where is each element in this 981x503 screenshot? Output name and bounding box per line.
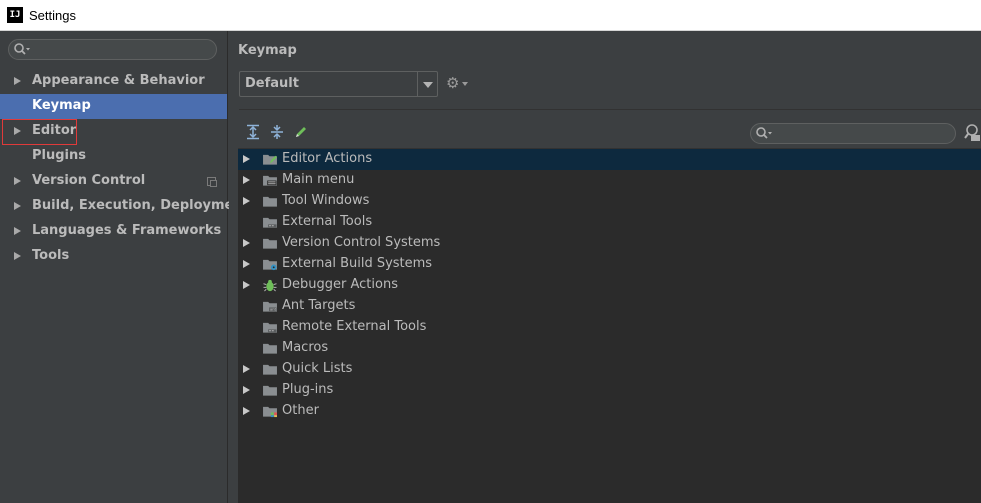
svg-text:ant: ant [270,308,277,312]
tree-node-label: Main menu [282,172,355,187]
project-level-icon [207,177,217,187]
tools-folder-icon [263,217,277,228]
other-folder-icon [263,406,277,418]
ant-folder-icon: ant [263,301,277,312]
sidebar-item-label: Build, Execution, Deployment [32,198,249,213]
tools-folder-icon [263,322,277,333]
keymap-select[interactable]: Default [239,71,438,97]
search-icon [756,127,772,139]
chevron-right-icon[interactable] [14,127,21,135]
tree-node-external-build-systems[interactable]: External Build Systems [238,254,981,275]
folder-icon [263,238,277,249]
chevron-right-icon[interactable] [14,252,21,260]
window-title: Settings [29,7,76,23]
chevron-right-icon[interactable] [243,281,250,289]
tree-node-debugger-actions[interactable]: Debugger Actions [238,275,981,296]
sidebar-item-keymap[interactable]: Keymap [0,94,227,119]
tree-node-quick-lists[interactable]: Quick Lists [238,359,981,380]
sidebar-item-label: Plugins [32,148,86,163]
tree-node-label: Other [282,403,319,418]
settings-sidebar: Appearance & Behavior Keymap Editor Plugins… [0,31,249,503]
page-title: Keymap [238,43,297,58]
tree-node-label: Remote External Tools [282,319,427,334]
sidebar-item-build-execution-deployment[interactable]: Build, Execution, Deployment [0,194,249,219]
chevron-right-icon[interactable] [243,197,250,205]
tree-node-ant-targets[interactable]: ant Ant Targets [238,296,981,317]
chevron-right-icon[interactable] [14,227,21,235]
folder-icon [263,364,277,375]
chevron-right-icon[interactable] [243,239,250,247]
settings-search-input[interactable] [8,39,217,60]
title-bar: IJ Settings [0,0,981,31]
search-icon [14,43,30,55]
bug-icon [263,279,277,292]
sidebar-item-label: Tools [32,248,70,263]
tree-node-plug-ins[interactable]: Plug-ins [238,380,981,401]
tree-node-label: Version Control Systems [282,235,441,250]
sidebar-item-tools[interactable]: Tools [0,244,227,269]
folder-icon [263,385,277,396]
sidebar-item-label: Version Control [32,173,146,188]
tree-node-other[interactable]: Other [238,401,981,422]
chevron-down-icon[interactable] [417,72,437,96]
intellij-app-icon: IJ [7,7,23,23]
tree-node-label: Editor Actions [282,151,373,166]
tree-node-version-control-systems[interactable]: Version Control Systems [238,233,981,254]
chevron-right-icon[interactable] [243,155,250,163]
sidebar-item-editor[interactable]: Editor [0,119,227,144]
sidebar-item-label: Appearance & Behavior [32,73,205,88]
collapse-all-icon[interactable] [269,124,285,140]
sidebar-item-version-control[interactable]: Version Control [0,169,227,194]
menu-folder-icon [263,175,277,186]
chevron-right-icon[interactable] [243,365,250,373]
keymap-tree: Editor Actions Main menu Tool Windows Exter… [238,148,981,503]
divider [239,109,981,110]
tree-node-label: Tool Windows [282,193,370,208]
keymap-search-input[interactable] [750,123,956,144]
sidebar-item-appearance-behavior[interactable]: Appearance & Behavior [0,69,227,94]
gear-dropdown-arrow-icon[interactable] [462,82,468,86]
chevron-right-icon[interactable] [243,176,250,184]
editor-actions-folder-icon [263,154,277,165]
tree-node-macros[interactable]: Macros [238,338,981,359]
chevron-right-icon[interactable] [14,77,21,85]
keymap-panel: Keymap Default ⚙ Editor Actions Main men… [229,31,981,503]
tree-node-label: Debugger Actions [282,277,398,292]
tree-node-label: Macros [282,340,329,355]
tree-node-label: Plug-ins [282,382,334,397]
tree-node-main-menu[interactable]: Main menu [238,170,981,191]
sidebar-item-label: Languages & Frameworks [32,223,222,238]
keymap-select-value: Default [245,76,299,91]
tree-node-label: Quick Lists [282,361,353,376]
expand-all-icon[interactable] [245,124,261,140]
sidebar-item-label: Keymap [32,98,91,113]
folder-icon [263,343,277,354]
build-folder-icon [263,259,277,271]
tree-node-label: External Tools [282,214,373,229]
chevron-right-icon[interactable] [14,177,21,185]
tree-node-label: External Build Systems [282,256,433,271]
tree-node-tool-windows[interactable]: Tool Windows [238,191,981,212]
tree-node-remote-external-tools[interactable]: Remote External Tools [238,317,981,338]
tree-node-editor-actions[interactable]: Editor Actions [238,149,981,170]
chevron-right-icon[interactable] [243,407,250,415]
sidebar-item-languages-frameworks[interactable]: Languages & Frameworks [0,219,227,244]
chevron-right-icon[interactable] [243,386,250,394]
sidebar-item-plugins[interactable]: Plugins [0,144,227,169]
find-by-shortcut-icon[interactable] [964,123,981,143]
tree-node-external-tools[interactable]: External Tools [238,212,981,233]
folder-icon [263,196,277,207]
chevron-right-icon[interactable] [243,260,250,268]
edit-icon[interactable] [293,124,309,140]
chevron-right-icon[interactable] [14,202,21,210]
sidebar-item-label: Editor [32,123,77,138]
tree-node-label: Ant Targets [282,298,356,313]
settings-nav: Appearance & Behavior Keymap Editor Plugins… [0,69,249,269]
